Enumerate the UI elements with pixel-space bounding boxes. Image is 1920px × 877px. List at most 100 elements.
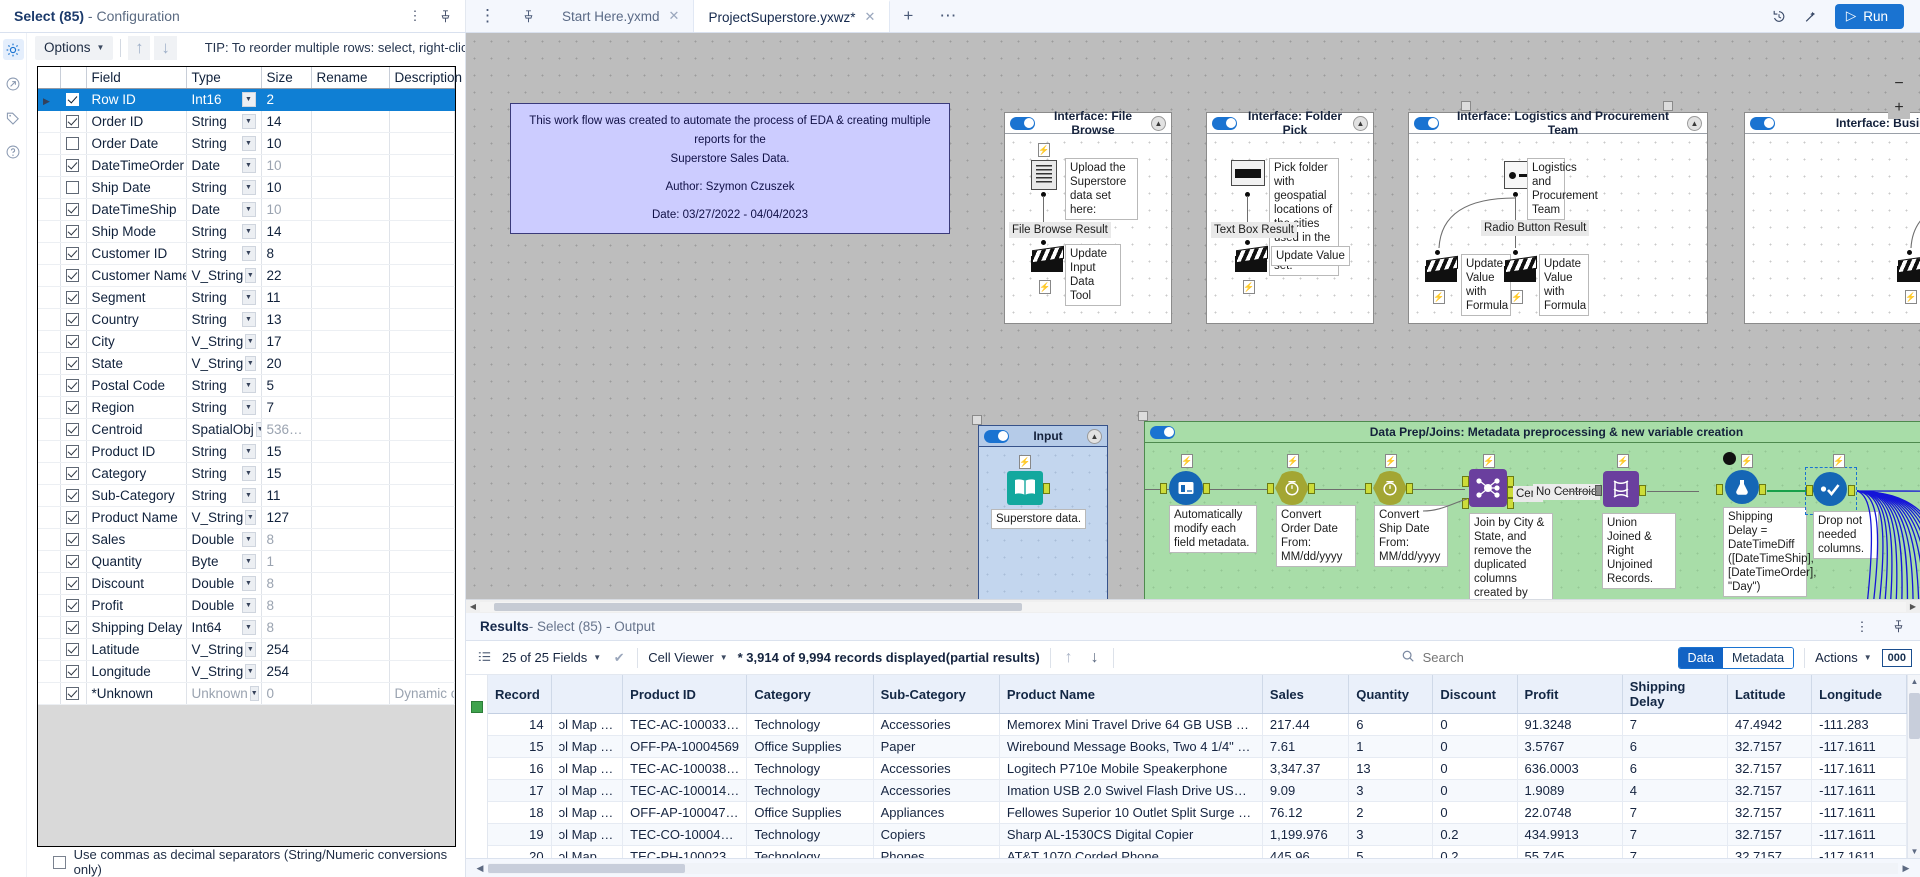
field-size-cell[interactable]: 10	[261, 176, 312, 199]
field-row[interactable]: Quantity Byte ▼ 1	[38, 550, 455, 573]
field-checkbox[interactable]	[65, 401, 79, 414]
field-size-cell[interactable]: 8	[261, 572, 312, 595]
results-column-header[interactable]: Longitude	[1811, 675, 1907, 714]
cell-viewer-selector[interactable]: Cell Viewer ▼	[648, 650, 727, 665]
field-size-cell[interactable]: 11	[261, 484, 312, 507]
action-tool[interactable]	[1897, 256, 1920, 282]
results-vertical-scrollbar[interactable]: ▲ ▼	[1907, 675, 1920, 858]
field-description-cell[interactable]	[389, 440, 455, 463]
container-toggle[interactable]	[1150, 425, 1175, 439]
field-row[interactable]: Profit Double ▼ 8	[38, 594, 455, 617]
field-description-cell[interactable]	[389, 154, 455, 177]
chevron-down-icon[interactable]: ▼	[241, 312, 256, 327]
field-checkbox[interactable]	[65, 423, 79, 436]
row-checkbox-cell[interactable]	[60, 682, 87, 705]
field-row[interactable]: Order Date String ▼ 10	[38, 132, 455, 155]
field-size-cell[interactable]: 11	[261, 286, 312, 309]
field-rename-cell[interactable]	[311, 418, 390, 441]
select-tool[interactable]	[1813, 472, 1847, 506]
field-rename-cell[interactable]	[311, 396, 390, 419]
field-type-cell[interactable]: Double ▼	[186, 572, 262, 595]
field-type-cell[interactable]: Int16 ▼	[186, 88, 262, 111]
container-toggle[interactable]	[1750, 116, 1775, 130]
field-rename-cell[interactable]	[311, 330, 390, 353]
field-name-cell[interactable]: Customer Name	[86, 264, 187, 287]
field-description-cell[interactable]	[389, 176, 455, 199]
formula-tool[interactable]	[1725, 470, 1759, 504]
field-rename-cell[interactable]	[311, 660, 390, 683]
field-name-cell[interactable]: Sub-Category	[86, 484, 187, 507]
field-description-cell[interactable]	[389, 110, 455, 133]
field-size-cell[interactable]: 254	[261, 660, 312, 683]
field-checkbox[interactable]	[65, 357, 79, 370]
zoom-in-button[interactable]: +	[1888, 97, 1910, 119]
field-description-cell[interactable]	[389, 616, 455, 639]
col-rename[interactable]: Rename	[311, 67, 390, 89]
field-type-cell[interactable]: String ▼	[186, 308, 262, 331]
col-size[interactable]: Size	[261, 67, 312, 89]
field-rename-cell[interactable]	[311, 638, 390, 661]
field-checkbox[interactable]	[65, 247, 79, 260]
container-toggle[interactable]	[1010, 116, 1035, 130]
row-checkbox-cell[interactable]	[60, 264, 87, 287]
row-checkbox-cell[interactable]	[60, 550, 87, 573]
chevron-down-icon[interactable]: ▼	[241, 400, 256, 415]
field-description-cell[interactable]	[389, 88, 455, 111]
field-checkbox[interactable]	[65, 445, 79, 458]
row-checkbox-cell[interactable]	[60, 88, 87, 111]
scroll-right-icon[interactable]: ▶	[1898, 863, 1914, 874]
field-type-cell[interactable]: V_String ▼	[186, 264, 262, 287]
field-row[interactable]: Sub-Category String ▼ 11	[38, 484, 455, 507]
scroll-left-icon[interactable]: ◀	[472, 863, 488, 874]
scroll-thumb[interactable]	[488, 863, 686, 873]
field-name-cell[interactable]: Row ID	[86, 88, 187, 111]
row-handle[interactable]	[38, 440, 61, 463]
field-row[interactable]: Ship Mode String ▼ 14	[38, 220, 455, 243]
input-port[interactable]	[1160, 483, 1167, 494]
field-size-cell[interactable]: 13	[261, 308, 312, 331]
output-arrow-icon[interactable]	[3, 73, 24, 94]
options-button[interactable]: Options ▼	[35, 35, 114, 60]
field-type-cell[interactable]: V_String ▼	[186, 638, 262, 661]
chevron-down-icon[interactable]: ▼	[255, 422, 260, 437]
field-rename-cell[interactable]	[311, 484, 390, 507]
field-size-cell[interactable]: 127	[261, 506, 312, 529]
field-row[interactable]: Longitude V_String ▼ 254	[38, 660, 455, 683]
field-type-cell[interactable]: Int64 ▼	[186, 616, 262, 639]
field-name-cell[interactable]: Order ID	[86, 110, 187, 133]
row-handle[interactable]	[38, 638, 61, 661]
tab-overflow-button[interactable]: ⋯	[926, 0, 969, 32]
output-port[interactable]	[1639, 485, 1646, 496]
field-row[interactable]: CentroidSpatialObj▼536…	[38, 418, 455, 441]
field-rename-cell[interactable]	[311, 132, 390, 155]
field-size-cell[interactable]: 20	[261, 352, 312, 375]
chevron-down-icon[interactable]: ▼	[245, 510, 256, 525]
container-interface-file-browse[interactable]: Interface: File Browse ▲ ⚡ Upload the Su…	[1004, 109, 1172, 324]
field-type-cell[interactable]: V_String ▼	[186, 330, 262, 353]
field-size-cell[interactable]: 2	[261, 88, 312, 111]
field-size-cell[interactable]: 536…	[261, 418, 312, 441]
row-checkbox-cell[interactable]	[60, 462, 87, 485]
results-column-header[interactable]: Latitude	[1727, 675, 1813, 714]
row-handle[interactable]	[38, 264, 61, 287]
close-icon[interactable]: ✕	[669, 8, 680, 24]
field-name-cell[interactable]: Sales	[86, 528, 187, 551]
collapse-icon[interactable]: ▲	[1087, 428, 1102, 444]
datetime-tool[interactable]	[1275, 471, 1309, 505]
field-type-cell[interactable]: String ▼	[186, 176, 262, 199]
field-checkbox[interactable]	[65, 379, 79, 392]
field-description-cell[interactable]	[389, 330, 455, 353]
field-row[interactable]: Shipping Delay Int64 ▼ 8	[38, 616, 455, 639]
input-port[interactable]	[1716, 484, 1723, 495]
field-checkbox[interactable]	[65, 225, 79, 238]
field-name-cell[interactable]: DateTimeOrder	[86, 154, 187, 177]
field-size-cell[interactable]: 5	[261, 374, 312, 397]
table-row[interactable]: 19 ɔl Map Tab TEC-CO-10004115 Technology Cop…	[488, 823, 1907, 846]
row-checkbox-cell[interactable]	[60, 220, 87, 243]
container-interface-folder-pick[interactable]: Interface: Folder Pick ▲ Pick folder wit…	[1206, 109, 1374, 324]
field-rename-cell[interactable]	[311, 242, 390, 265]
row-checkbox-cell[interactable]	[60, 396, 87, 419]
field-size-cell[interactable]: 10	[261, 132, 312, 155]
field-name-cell[interactable]: City	[86, 330, 187, 353]
field-row[interactable]: Region String ▼ 7	[38, 396, 455, 419]
